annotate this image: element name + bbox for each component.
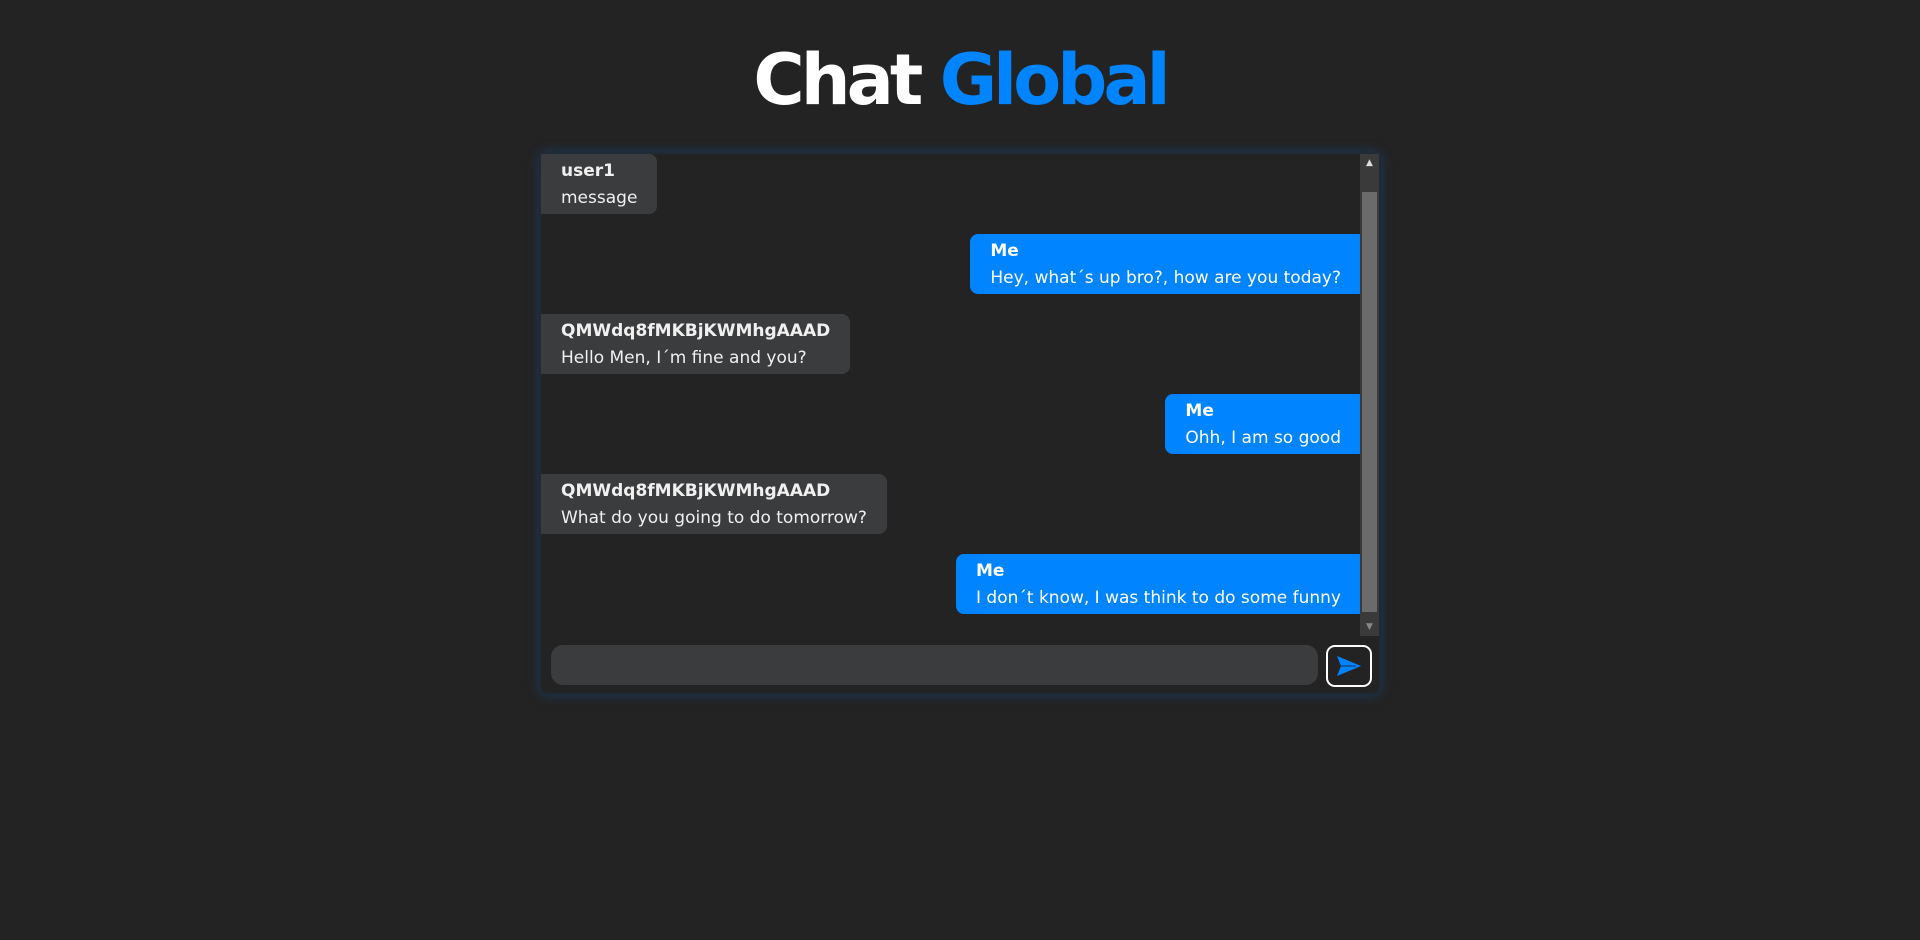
message-bubble-mine: Me I don´t know, I was think to do some f… xyxy=(956,554,1361,614)
message-list: user1 message Me Hey, what´s up bro?, how … xyxy=(541,154,1361,636)
message-bubble: QMWdq8fMKBjKWMhgAAAD What do you going to… xyxy=(541,474,887,534)
scroll-down-arrow-icon[interactable]: ▼ xyxy=(1360,618,1379,636)
scroll-up-arrow-icon[interactable]: ▲ xyxy=(1360,154,1379,172)
message-bubble: QMWdq8fMKBjKWMhgAAAD Hello Men, I´m fine … xyxy=(541,314,851,374)
message-bubble: user1 message xyxy=(541,154,658,214)
scrollbar[interactable]: ▲ ▼ xyxy=(1360,154,1379,636)
chat-window: user1 message Me Hey, what´s up bro?, how … xyxy=(539,152,1381,695)
page-title: Chat Global xyxy=(753,39,1170,121)
scrollbar-thumb[interactable] xyxy=(1362,192,1377,612)
message-bubble-mine: Me Ohh, I am so good xyxy=(1165,394,1361,454)
paper-plane-icon xyxy=(1337,656,1361,676)
send-button[interactable] xyxy=(1326,645,1372,687)
message-bubble-mine: Me Hey, what´s up bro?, how are you today… xyxy=(970,234,1361,294)
message-input[interactable] xyxy=(551,645,1318,685)
